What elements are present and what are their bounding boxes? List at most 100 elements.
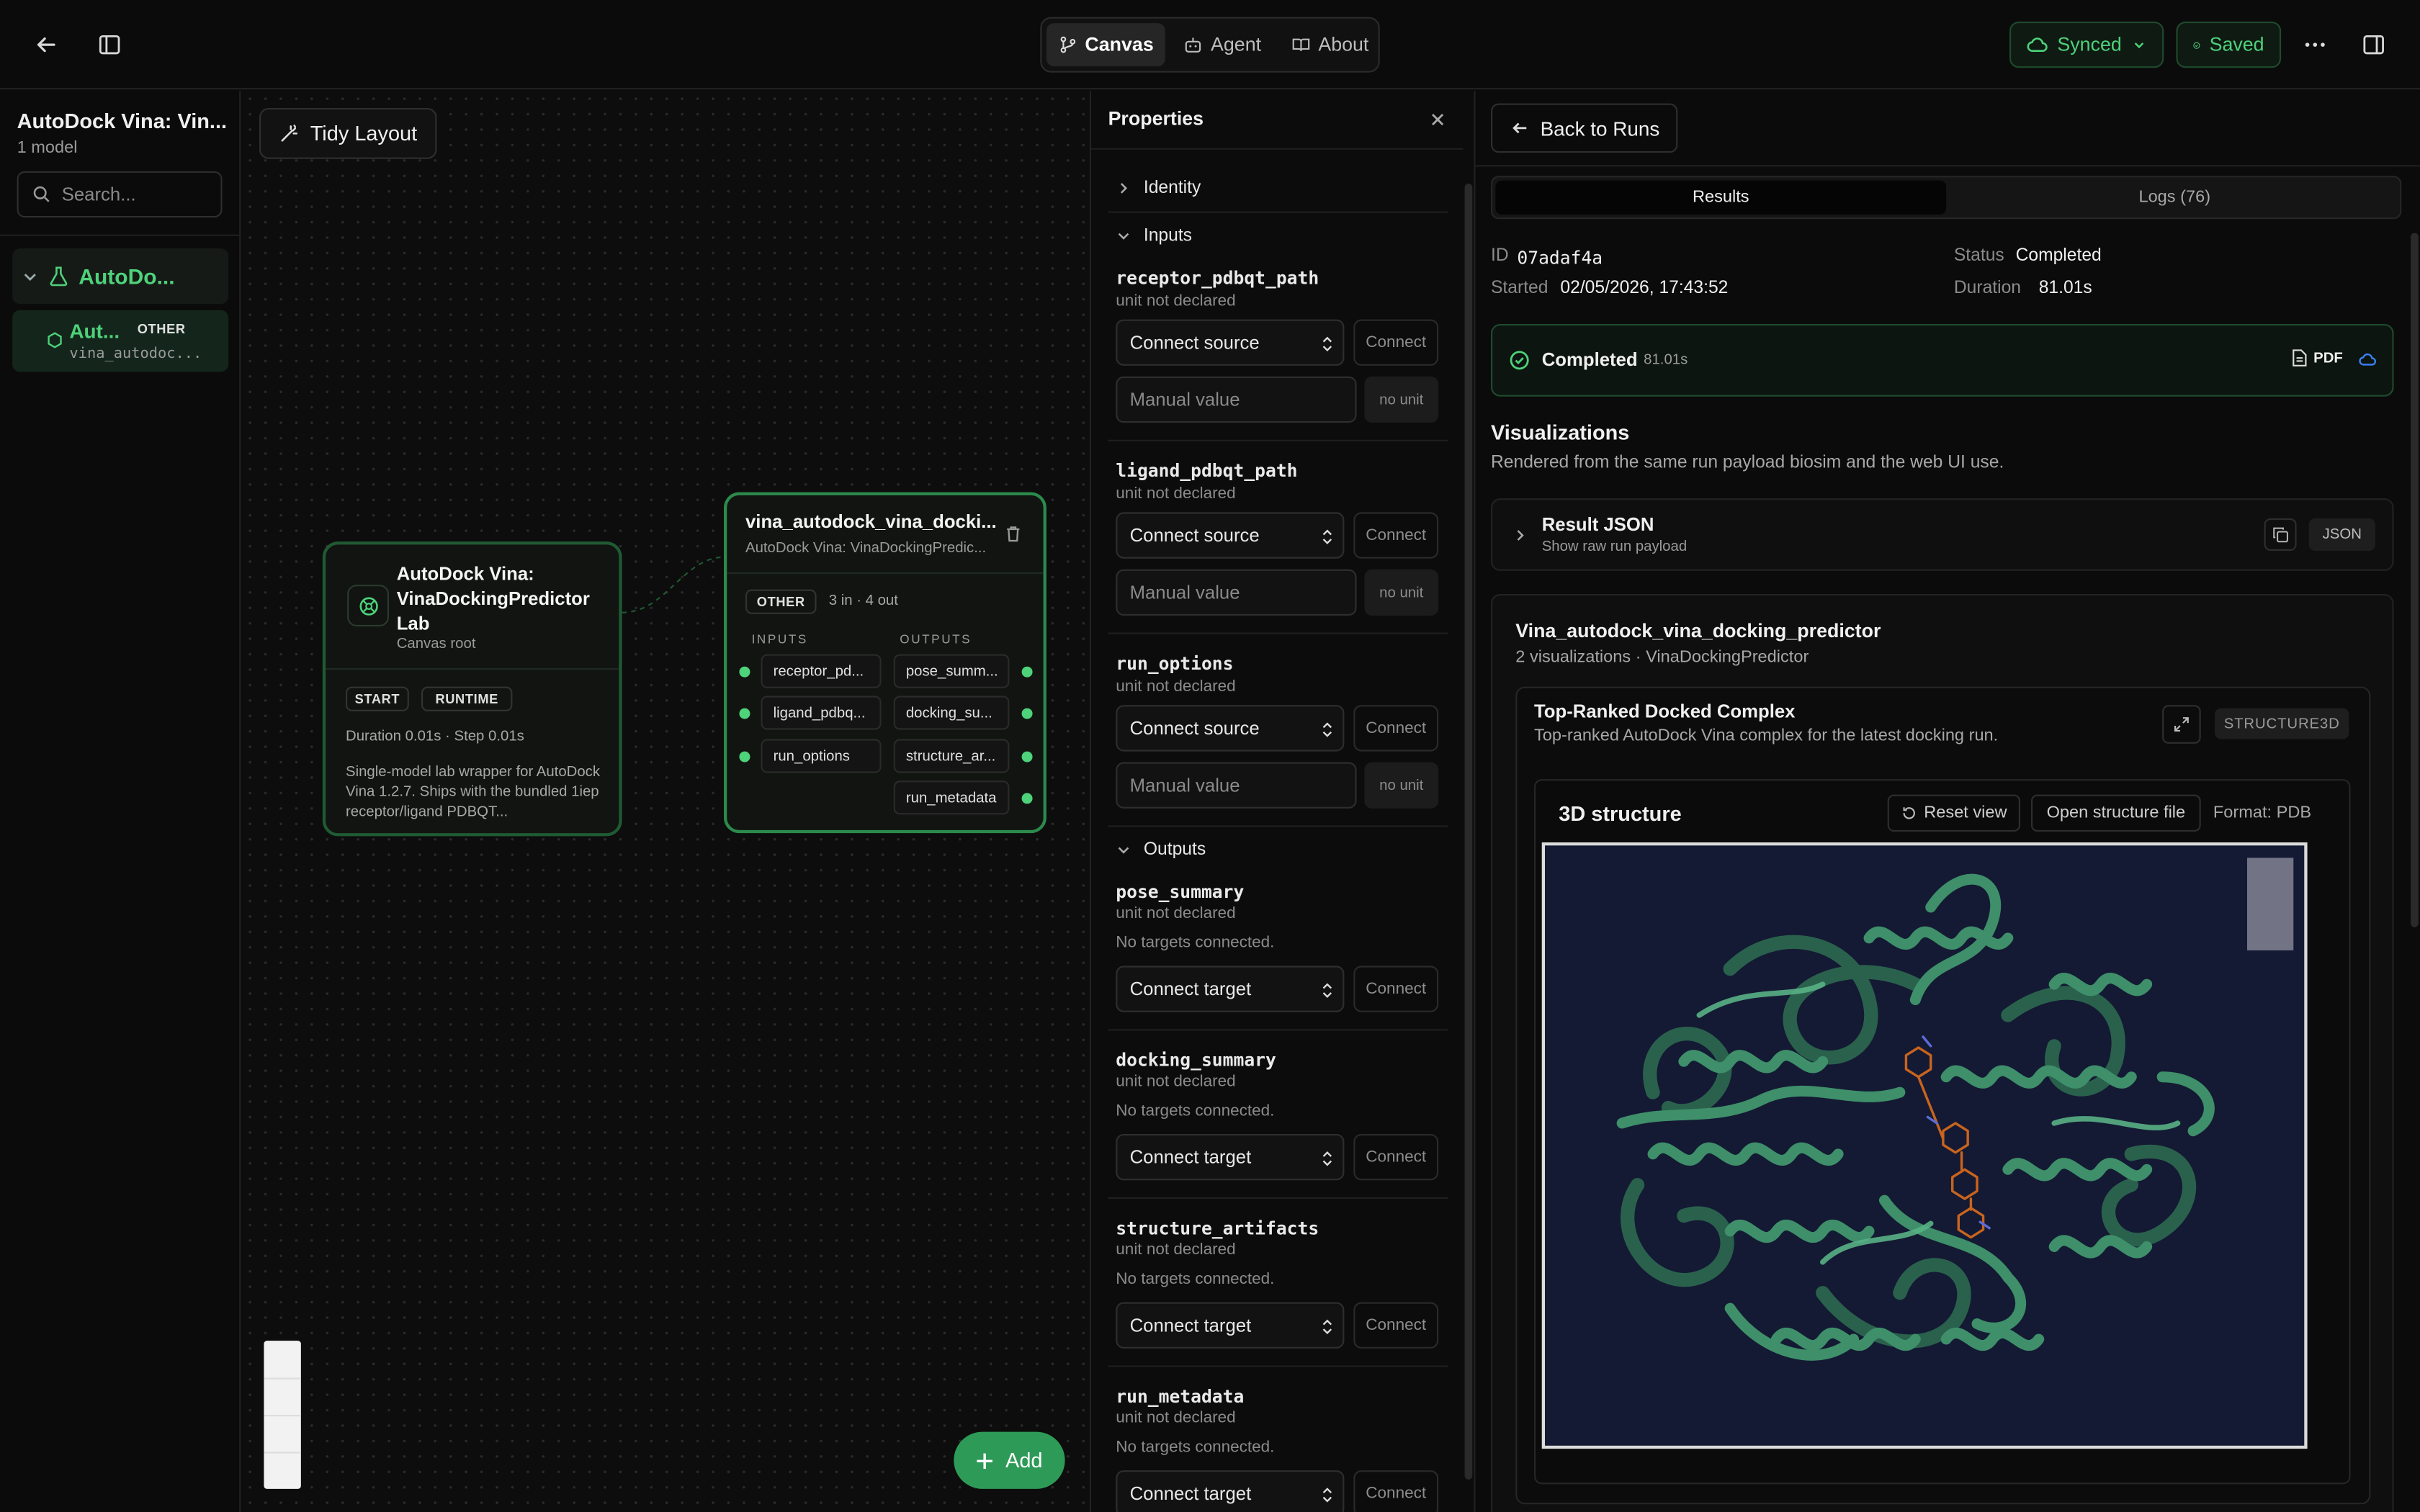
divider (1108, 632, 1448, 634)
unit-chip: no unit (1364, 762, 1439, 809)
root-node-icon-box (347, 585, 389, 626)
zoom-controls[interactable] (264, 1341, 301, 1489)
root-node[interactable]: AutoDock Vina: VinaDockingPredictor Lab … (322, 541, 622, 837)
divider (1108, 825, 1448, 827)
synced-button[interactable]: Synced (2009, 22, 2164, 68)
output-field-unit: unit not declared (1116, 904, 1236, 923)
more-menu-icon[interactable] (2297, 26, 2334, 63)
output-port-handle[interactable] (1021, 793, 1033, 804)
output-port[interactable]: structure_ar... (893, 739, 1010, 773)
chevron-down-icon (24, 273, 36, 281)
tab-about[interactable]: About (1280, 23, 1381, 66)
cloud-icon[interactable] (2358, 352, 2377, 367)
tab-results[interactable]: Results (1495, 180, 1947, 215)
viewer-overlay-panel[interactable] (2247, 858, 2294, 950)
trash-icon[interactable] (1005, 525, 1022, 544)
input-port[interactable]: ligand_pdbq... (761, 696, 882, 730)
connect-target-select[interactable]: Connect target (1116, 966, 1345, 1012)
results-tabs: Results Logs (76) (1491, 176, 2402, 220)
connect-button[interactable]: Connect (1353, 1302, 1439, 1349)
output-port[interactable]: docking_su... (893, 696, 1010, 730)
result-json-card[interactable]: Result JSON Show raw run payload JSON (1491, 498, 2394, 571)
json-button[interactable]: JSON (2308, 518, 2375, 551)
toggle-right-panel-icon[interactable] (2355, 26, 2392, 63)
connect-button[interactable]: Connect (1353, 1470, 1439, 1512)
model-node[interactable]: vina_autodock_vina_docki... AutoDock Vin… (723, 492, 1047, 834)
outputs-section-toggle[interactable]: Outputs (1116, 841, 1206, 860)
output-field-name: pose_summary (1116, 881, 1245, 903)
open-structure-file-button[interactable]: Open structure file (2031, 794, 2201, 832)
output-port[interactable]: run_metadata (893, 780, 1010, 815)
connect-button[interactable]: Connect (1353, 966, 1439, 1012)
sidebar: AutoDock Vina: Vin... 1 model Search... … (0, 91, 241, 1512)
manual-value-input[interactable]: Manual value (1116, 569, 1357, 616)
output-port-handle[interactable] (1021, 751, 1033, 762)
select-arrows-icon (1322, 1151, 1332, 1166)
connect-button[interactable]: Connect (1353, 705, 1439, 752)
search-icon (33, 186, 50, 202)
input-field-unit: unit not declared (1116, 677, 1236, 696)
hexagon-icon (48, 332, 62, 348)
output-field-name: docking_summary (1116, 1049, 1276, 1071)
output-port[interactable]: pose_summ... (893, 654, 1010, 688)
cloud-icon (2027, 37, 2048, 52)
branch-icon (1060, 36, 1076, 53)
toggle-sidebar-icon[interactable] (91, 26, 127, 63)
input-port-handle[interactable] (739, 708, 750, 719)
input-port[interactable]: run_options (761, 739, 882, 773)
inputs-section-toggle[interactable]: Inputs (1116, 227, 1192, 246)
input-field-name: run_options (1116, 652, 1234, 675)
model-viz-subtitle: 2 visualizations · VinaDockingPredictor (1515, 648, 1809, 667)
tab-logs[interactable]: Logs (76) (1949, 181, 2400, 215)
manual-value-input[interactable]: Manual value (1116, 762, 1357, 809)
copy-button[interactable] (2264, 518, 2297, 551)
connect-target-select[interactable]: Connect target (1116, 1134, 1345, 1181)
back-arrow-icon[interactable] (28, 26, 65, 63)
input-port-handle[interactable] (739, 751, 750, 762)
connect-source-select[interactable]: Connect source (1116, 705, 1345, 752)
complex-title: Top-Ranked Docked Complex (1534, 700, 1796, 722)
model-count: 1 model (17, 138, 78, 158)
scrollbar-thumb[interactable] (1464, 183, 1473, 1480)
outputs-heading: OUTPUTS (900, 632, 972, 647)
reset-view-button[interactable]: Reset view (1887, 794, 2020, 832)
connect-button[interactable]: Connect (1353, 319, 1439, 366)
arrow-left-icon (1512, 122, 1527, 134)
connect-target-select[interactable]: Connect target (1116, 1302, 1345, 1349)
input-port[interactable]: receptor_pd... (761, 654, 882, 688)
add-label: Add (1005, 1449, 1043, 1472)
properties-scrollbar[interactable] (1463, 91, 1476, 1512)
connect-button[interactable]: Connect (1353, 1134, 1439, 1181)
properties-title: Properties (1108, 108, 1204, 130)
output-port-handle[interactable] (1021, 666, 1033, 678)
tidy-layout-button[interactable]: Tidy Layout (259, 108, 437, 159)
tab-canvas[interactable]: Canvas (1046, 23, 1166, 67)
identity-section-toggle[interactable]: Identity (1116, 179, 1201, 197)
manual-value-input[interactable]: Manual value (1116, 376, 1357, 423)
tab-about-label: About (1318, 34, 1369, 56)
back-to-runs-button[interactable]: Back to Runs (1491, 103, 1678, 153)
complex-subtitle: Top-ranked AutoDock Vina complex for the… (1534, 726, 1999, 745)
expand-button[interactable] (2162, 705, 2201, 744)
output-port-handle[interactable] (1021, 708, 1033, 719)
results-scrollbar[interactable] (2411, 233, 2419, 927)
input-port-handle[interactable] (739, 666, 750, 678)
output-field-name: structure_artifacts (1116, 1217, 1319, 1239)
canvas[interactable]: Tidy Layout AutoDock Vina: VinaDockingPr… (242, 91, 1090, 1512)
3d-structure-viewer[interactable] (1541, 842, 2308, 1449)
pdf-button[interactable]: PDF (2292, 348, 2343, 367)
root-node-subtitle: Canvas root (396, 635, 476, 653)
connect-button[interactable]: Connect (1353, 512, 1439, 559)
select-arrows-icon (1322, 1319, 1332, 1335)
connect-source-select[interactable]: Connect source (1116, 512, 1345, 559)
close-icon[interactable] (1429, 111, 1446, 128)
tree-item-model[interactable]: Aut... OTHER vina_autodoc... (12, 310, 229, 372)
search-input[interactable]: Search... (17, 171, 223, 218)
tab-agent[interactable]: Agent (1172, 23, 1273, 66)
input-field-unit: unit not declared (1116, 292, 1236, 310)
connect-target-select[interactable]: Connect target (1116, 1470, 1345, 1512)
connect-source-select[interactable]: Connect source (1116, 319, 1345, 366)
tree-group-autodock[interactable]: AutoDo... (12, 248, 229, 305)
completed-time: 81.01s (1644, 351, 1688, 369)
add-node-button[interactable]: Add (954, 1431, 1065, 1489)
